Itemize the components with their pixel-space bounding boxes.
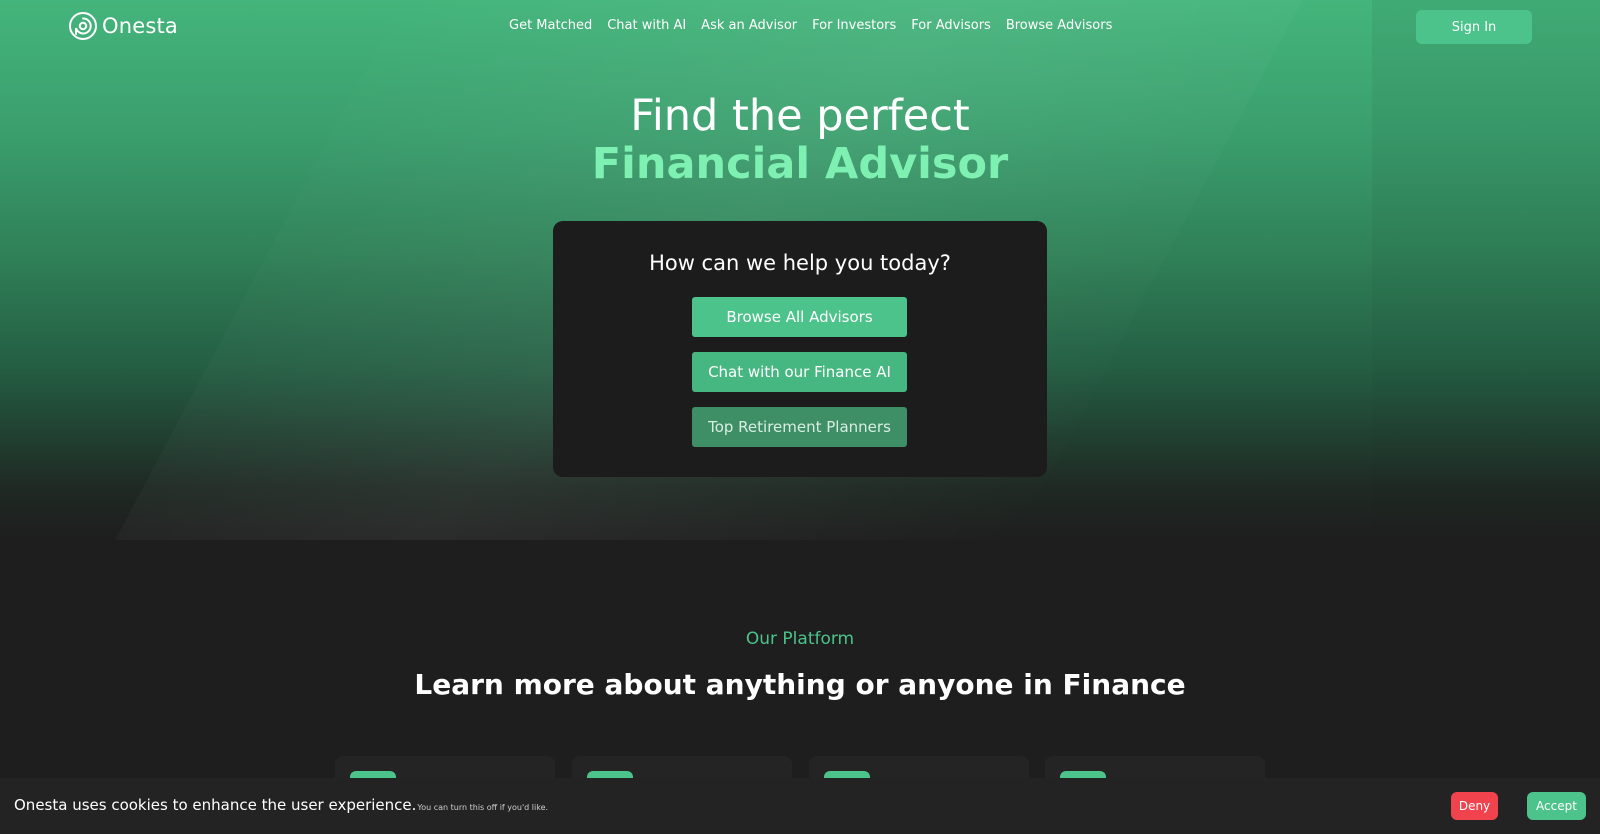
nav-links: Get Matched Chat with AI Ask an Advisor … — [509, 18, 1112, 33]
cookie-subtext: You can turn this off if you'd like. — [417, 803, 549, 812]
section-kicker: Our Platform — [745, 629, 855, 649]
hero-title-line1: Find the perfect — [630, 91, 970, 141]
hero-side-panel — [1372, 0, 1600, 540]
section-title: Learn more about anything or anyone in F… — [414, 668, 1186, 701]
onesta-logo-icon — [69, 12, 97, 40]
chat-finance-ai-button[interactable]: Chat with our Finance AI — [692, 352, 907, 392]
nav-chat-with-ai[interactable]: Chat with AI — [607, 18, 686, 33]
cookie-banner: Onesta uses cookies to enhance the user … — [0, 778, 1600, 834]
help-card-title: How can we help you today? — [649, 251, 951, 275]
hero-title-line2: Financial Advisor — [591, 139, 1009, 189]
sign-in-button[interactable]: Sign In — [1416, 10, 1532, 44]
top-retirement-planners-button[interactable]: Top Retirement Planners — [692, 407, 907, 447]
cookie-message: Onesta uses cookies to enhance the user … — [14, 796, 417, 814]
help-card: How can we help you today? Browse All Ad… — [553, 221, 1047, 477]
logo[interactable]: Onesta — [68, 11, 178, 41]
nav-ask-an-advisor[interactable]: Ask an Advisor — [701, 18, 797, 33]
cookie-text: Onesta uses cookies to enhance the user … — [14, 796, 548, 814]
nav-for-advisors[interactable]: For Advisors — [911, 18, 991, 33]
nav-for-investors[interactable]: For Investors — [812, 18, 896, 33]
deny-cookies-button[interactable]: Deny — [1451, 792, 1498, 820]
hero-headline: Find the perfect Financial Advisor — [0, 92, 1600, 188]
top-nav: Onesta Get Matched Chat with AI Ask an A… — [0, 0, 1600, 54]
brand-name: Onesta — [102, 14, 179, 38]
accept-cookies-button[interactable]: Accept — [1527, 792, 1586, 820]
nav-browse-advisors[interactable]: Browse Advisors — [1006, 18, 1113, 33]
browse-all-advisors-button[interactable]: Browse All Advisors — [692, 297, 907, 337]
nav-get-matched[interactable]: Get Matched — [509, 18, 592, 33]
